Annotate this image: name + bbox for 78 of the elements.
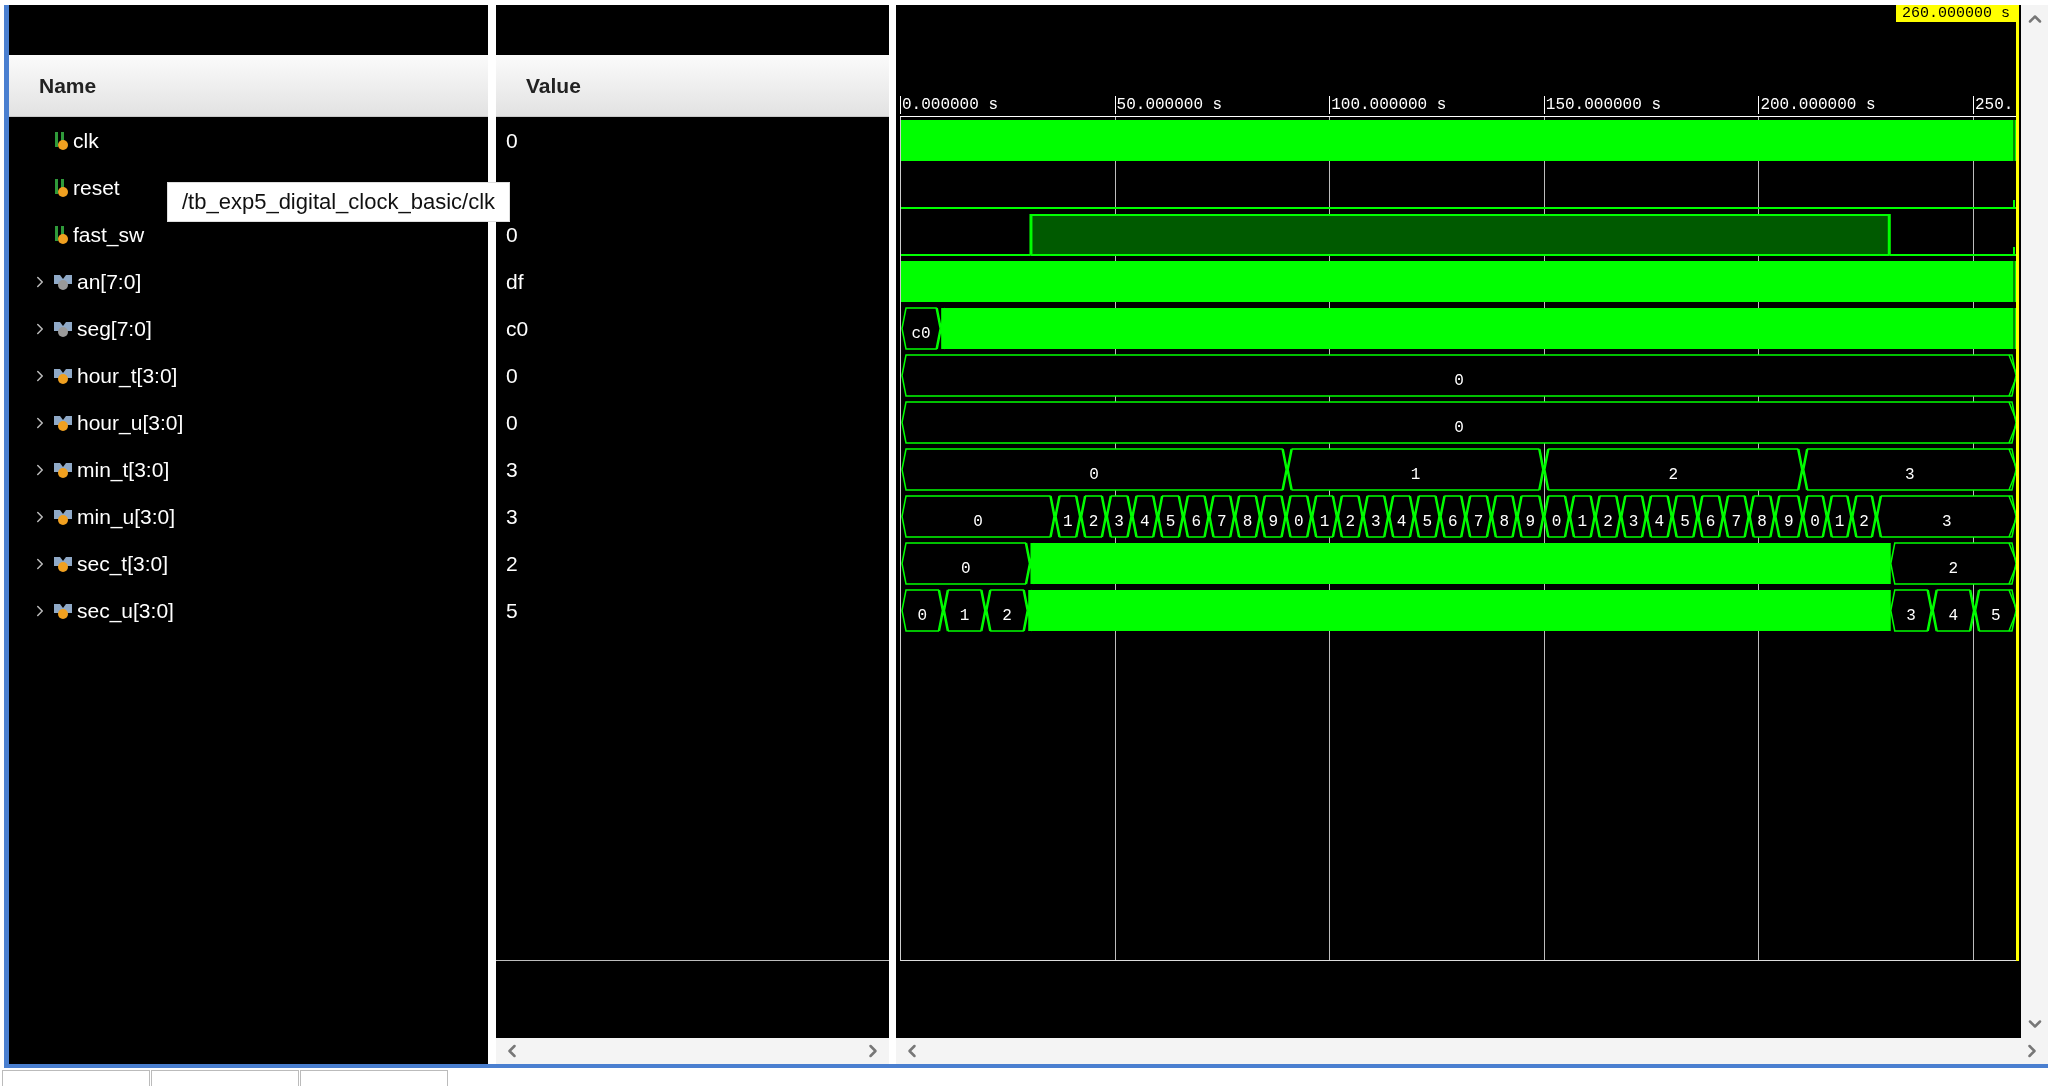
signal-value: 2 xyxy=(506,551,518,576)
bus-value-label: 4 xyxy=(1654,513,1665,531)
time-axis-label: 200.000000 s xyxy=(1758,96,1876,114)
signal-value: c0 xyxy=(506,316,529,341)
bus-value-label: 0 xyxy=(1810,513,1820,531)
bus-value-label: 0 xyxy=(1454,372,1464,390)
signal-name: clk xyxy=(73,128,99,153)
signal-name: seg[7:0] xyxy=(77,316,152,341)
bus-value-label: 7 xyxy=(1731,513,1742,531)
bus-value-label: 0 xyxy=(1294,513,1304,531)
time-axis-label: 0.000000 s xyxy=(900,96,998,114)
bus-value-label: 2 xyxy=(1603,513,1613,531)
bus-value-label: 3 xyxy=(1906,607,1916,625)
bus-value-label: 9 xyxy=(1783,513,1794,531)
signal-name: reset xyxy=(73,175,120,200)
bus-value-label: 5 xyxy=(1422,513,1432,531)
time-axis-label: 150.000000 s xyxy=(1543,96,1661,114)
bus-value-label: 3 xyxy=(1941,513,1952,531)
bus-value-label: 6 xyxy=(1191,513,1201,531)
bus-value-label: 9 xyxy=(1268,513,1278,531)
bus-value-label: 7 xyxy=(1473,513,1484,531)
bus-value-label: 8 xyxy=(1499,513,1509,531)
time-axis-label: 50.000000 s xyxy=(1114,96,1223,114)
bus-value-label: 2 xyxy=(1948,560,1959,578)
bus-value-label: 2 xyxy=(1345,513,1355,531)
signal-name: sec_u[3:0] xyxy=(77,598,174,623)
bus-value-label: 0 xyxy=(1454,419,1464,437)
bus-value-label: 8 xyxy=(1757,513,1767,531)
signal-value: 3 xyxy=(506,504,518,529)
time-axis-label: 100.000000 s xyxy=(1329,96,1447,114)
bus-value-label: 2 xyxy=(1859,513,1869,531)
bus-value-label: 1 xyxy=(1063,513,1073,531)
bus-value-label: 1 xyxy=(959,607,970,625)
signal-value: 5 xyxy=(506,598,518,623)
bus-value-label: 4 xyxy=(1396,513,1407,531)
cursor-time-label: 260.000000 s xyxy=(1895,5,2016,22)
bus-value-label: 8 xyxy=(1242,513,1253,531)
bus-value-label: 1 xyxy=(1410,466,1421,484)
bus-value-label: 0 xyxy=(917,607,927,625)
signal-value: 3 xyxy=(506,457,518,482)
bus-value-label: 2 xyxy=(1002,607,1012,625)
signal-path-tooltip: /tb_exp5_digital_clock_basic/clk xyxy=(167,182,511,222)
bus-value-label: 1 xyxy=(1319,513,1330,531)
signal-value: 0 xyxy=(506,128,518,153)
bus-value-label: 5 xyxy=(1680,513,1690,531)
bus-value-label: 2 xyxy=(1668,466,1679,484)
signal-value: 0 xyxy=(506,410,518,435)
bus-value-label: 4 xyxy=(1948,607,1959,625)
signal-name: min_u[3:0] xyxy=(77,504,176,529)
bus-value-label: c0 xyxy=(911,325,931,343)
signal-name: min_t[3:0] xyxy=(77,457,170,482)
bus-value-label: 9 xyxy=(1525,513,1536,531)
bus-value-label: 3 xyxy=(1114,513,1124,531)
bus-value-label: 5 xyxy=(1991,607,2001,625)
bus-value-label: 4 xyxy=(1140,513,1150,531)
bus-value-label: 2 xyxy=(1088,513,1099,531)
signal-name: sec_t[3:0] xyxy=(77,551,169,576)
signal-name: fast_sw xyxy=(73,222,145,247)
bus-value-label: 6 xyxy=(1448,513,1458,531)
bus-value-label: 1 xyxy=(1577,513,1588,531)
bus-value-label: 7 xyxy=(1217,513,1227,531)
signal-value: 0 xyxy=(506,363,518,388)
signal-name: an[7:0] xyxy=(77,269,142,294)
signal-value: df xyxy=(506,269,524,294)
bus-value-label: 0 xyxy=(1089,466,1099,484)
bus-value-label: 0 xyxy=(973,513,983,531)
signal-name: hour_u[3:0] xyxy=(77,410,184,435)
bus-value-label: 0 xyxy=(960,560,971,578)
signal-value: 0 xyxy=(506,222,518,247)
bus-value-label: 3 xyxy=(1628,513,1639,531)
bus-value-label: 6 xyxy=(1705,513,1716,531)
bus-value-label: 1 xyxy=(1834,513,1845,531)
signal-name: hour_t[3:0] xyxy=(77,363,178,388)
bus-value-label: 0 xyxy=(1551,513,1562,531)
time-axis-label: 250. xyxy=(1973,96,2014,114)
bus-value-label: 3 xyxy=(1371,513,1381,531)
bus-value-label: 5 xyxy=(1165,513,1176,531)
bus-value-label: 3 xyxy=(1905,466,1915,484)
